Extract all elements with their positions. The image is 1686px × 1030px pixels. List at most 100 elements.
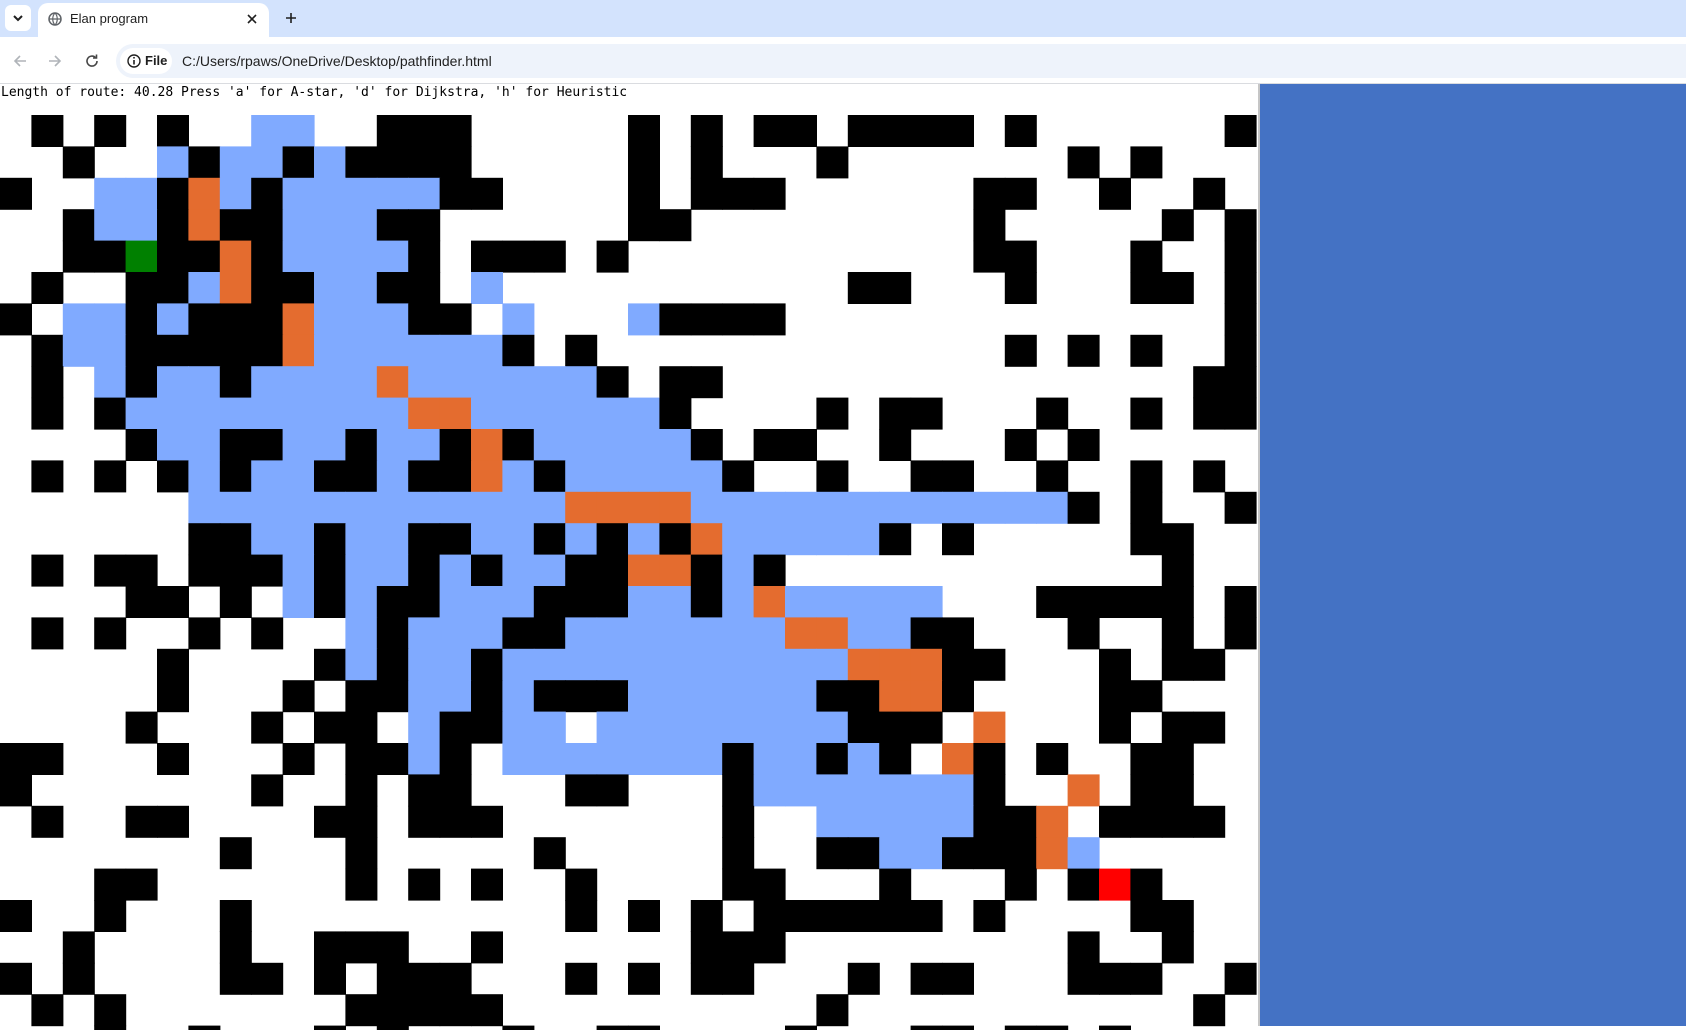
wall xyxy=(282,272,315,304)
start-cell xyxy=(125,240,158,273)
explored-cell xyxy=(879,774,912,807)
explored-cell xyxy=(94,303,127,336)
wall xyxy=(1130,146,1163,179)
explored-cell xyxy=(282,177,315,210)
wall xyxy=(219,209,252,242)
explored-cell xyxy=(753,680,786,713)
url-scheme-label: File xyxy=(145,53,168,68)
explored-cell xyxy=(659,711,692,744)
wall xyxy=(1099,1025,1131,1030)
wall xyxy=(690,177,723,210)
wall xyxy=(31,460,64,493)
wall xyxy=(816,397,849,430)
explored-cell xyxy=(219,146,252,179)
wall xyxy=(1130,868,1163,901)
wall xyxy=(1130,272,1163,304)
explored-cell xyxy=(314,146,346,179)
wall xyxy=(125,303,158,336)
explored-cell xyxy=(188,366,221,399)
wall xyxy=(565,962,598,995)
wall xyxy=(1161,931,1194,964)
route-cell xyxy=(628,554,660,587)
explored-cell xyxy=(408,177,441,210)
explored-cell xyxy=(753,523,786,556)
wall xyxy=(1224,491,1257,524)
explored-cell xyxy=(314,177,346,210)
wall xyxy=(659,523,692,556)
wall xyxy=(628,962,660,995)
wall xyxy=(1099,648,1131,681)
explored-cell xyxy=(251,115,284,147)
wall xyxy=(31,272,64,304)
explored-cell xyxy=(879,837,912,870)
wall xyxy=(1161,523,1194,556)
wall xyxy=(596,1025,629,1030)
wall xyxy=(1004,837,1037,870)
wall xyxy=(31,805,64,838)
wall xyxy=(94,240,127,273)
wall xyxy=(219,962,252,995)
wall xyxy=(1224,115,1257,147)
explored-cell xyxy=(596,743,629,775)
wall xyxy=(1067,962,1100,995)
wall xyxy=(345,837,378,870)
wall xyxy=(251,429,284,461)
wall xyxy=(1161,272,1194,304)
explored-cell xyxy=(565,743,598,775)
explored-cell xyxy=(847,586,880,618)
wall xyxy=(408,240,441,273)
wall xyxy=(1004,429,1037,461)
back-button[interactable] xyxy=(8,49,32,73)
forward-button[interactable] xyxy=(43,49,67,73)
wall xyxy=(345,931,378,964)
explored-cell xyxy=(282,429,315,461)
explored-cell xyxy=(565,523,598,556)
goal-cell xyxy=(1099,868,1131,901)
wall xyxy=(125,868,158,901)
wall xyxy=(62,146,95,179)
wall xyxy=(1099,177,1131,210)
wall xyxy=(1099,711,1131,744)
wall xyxy=(628,146,660,179)
explored-cell xyxy=(565,397,598,430)
wall xyxy=(376,586,409,618)
wall xyxy=(376,680,409,713)
explored-cell xyxy=(816,648,849,681)
address-bar[interactable]: File C:/Users/rpaws/OneDrive/Desktop/pat… xyxy=(116,44,1686,78)
wall xyxy=(219,429,252,461)
explored-cell xyxy=(471,397,503,430)
reload-button[interactable] xyxy=(80,49,104,73)
wall xyxy=(471,680,503,713)
explored-cell xyxy=(345,272,378,304)
site-info-chip[interactable]: File xyxy=(120,48,172,74)
tab-search-button[interactable] xyxy=(5,5,31,31)
explored-cell xyxy=(722,617,755,650)
wall xyxy=(125,711,158,744)
new-tab-button[interactable] xyxy=(280,7,302,29)
wall xyxy=(376,209,409,242)
url-text[interactable]: C:/Users/rpaws/OneDrive/Desktop/pathfind… xyxy=(182,53,492,69)
wall xyxy=(251,272,284,304)
explored-cell xyxy=(345,240,378,273)
wall xyxy=(408,586,441,618)
wall xyxy=(157,240,189,273)
explored-cell xyxy=(314,240,346,273)
explored-cell xyxy=(596,429,629,461)
wall xyxy=(942,648,974,681)
wall xyxy=(439,177,472,210)
route-cell xyxy=(690,523,723,556)
wall xyxy=(376,962,409,995)
wall xyxy=(973,240,1006,273)
wall xyxy=(690,931,723,964)
tab-elan-program[interactable]: Elan program xyxy=(38,3,269,37)
explored-cell xyxy=(910,837,943,870)
wall xyxy=(251,209,284,242)
explored-cell xyxy=(722,491,755,524)
wall xyxy=(753,931,786,964)
explored-cell xyxy=(62,334,95,367)
explored-cell xyxy=(565,366,598,399)
wall xyxy=(628,1025,660,1030)
tab-title: Elan program xyxy=(70,11,149,26)
tab-close-button[interactable] xyxy=(243,10,261,28)
wall xyxy=(722,303,755,336)
